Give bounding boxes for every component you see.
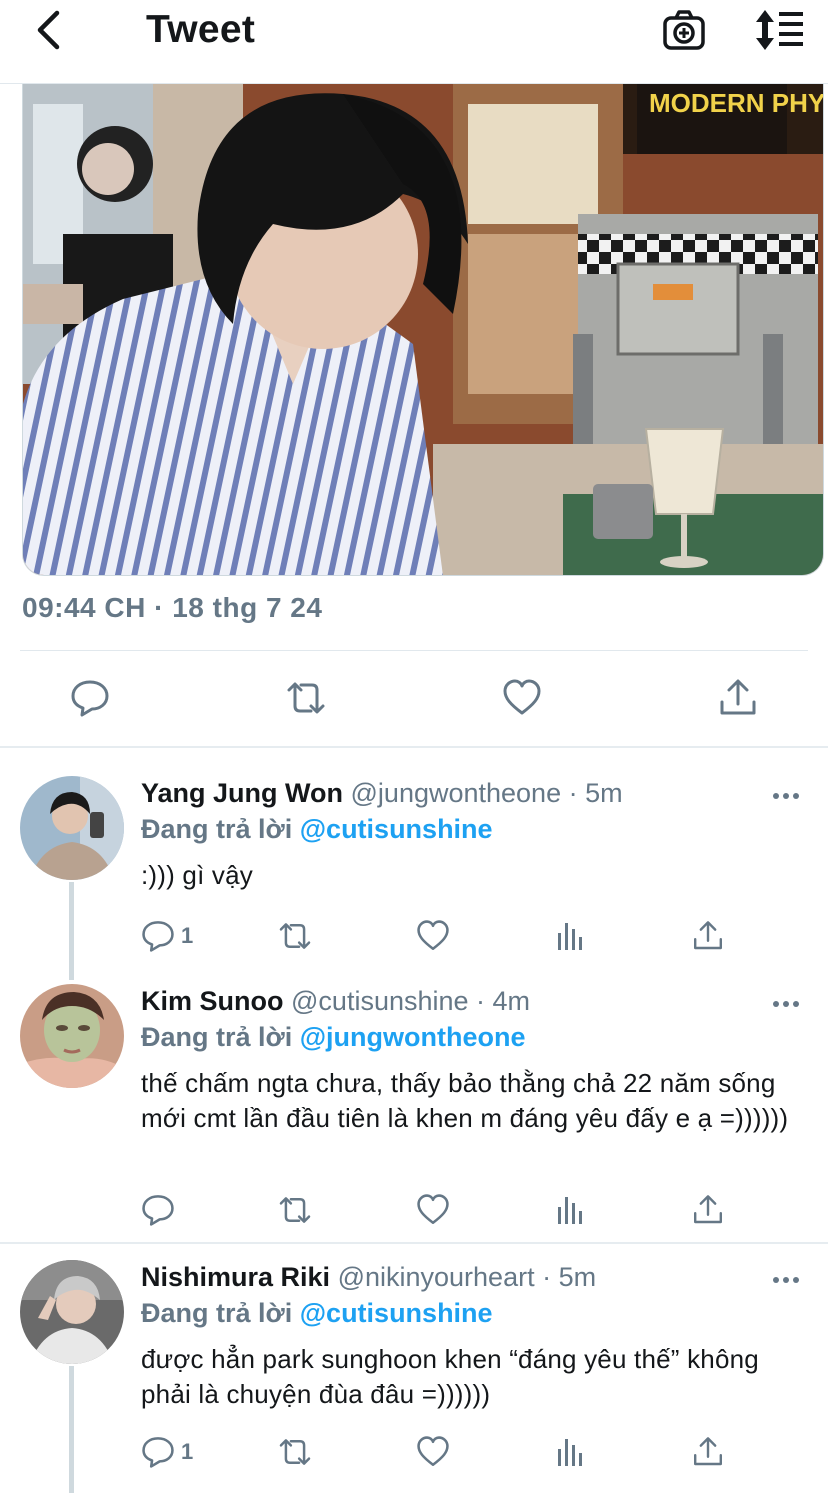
reply-icon [71, 680, 109, 717]
reply-action-bar [0, 1190, 828, 1230]
share-button[interactable] [692, 916, 724, 956]
reply-button[interactable] [141, 1190, 181, 1230]
analytics-button[interactable] [555, 916, 585, 956]
avatar[interactable] [20, 984, 124, 1088]
share-button[interactable] [714, 674, 762, 722]
reply-header: Nishimura Riki @nikinyourheart · 5m [141, 1262, 596, 1293]
reply-author-name[interactable]: Kim Sunoo [141, 986, 284, 1016]
like-button[interactable] [416, 1432, 450, 1472]
retweet-button[interactable] [276, 1432, 314, 1472]
reply-text: được hẳn park sunghoon khen “đáng yêu th… [141, 1344, 759, 1409]
avatar[interactable] [20, 1260, 124, 1364]
reply-author-name[interactable]: Nishimura Riki [141, 1262, 330, 1292]
more-options-button[interactable] [768, 1270, 804, 1290]
reply-icon [142, 1437, 174, 1468]
share-icon [694, 921, 722, 950]
chevron-left-icon [37, 10, 60, 50]
replying-prefix: Đang trả lời [141, 1022, 300, 1052]
reply-count: 1 [181, 923, 194, 948]
sort-icon [756, 10, 803, 50]
back-button[interactable] [28, 8, 68, 52]
mention-link[interactable]: @cutisunshine [300, 1298, 493, 1328]
tweet-action-bar [0, 670, 828, 730]
share-icon [694, 1437, 722, 1466]
more-options-button[interactable] [768, 994, 804, 1014]
replying-to: Đang trả lời @cutisunshine [141, 814, 493, 845]
retweet-button[interactable] [282, 674, 330, 722]
replying-prefix: Đang trả lời [141, 1298, 300, 1328]
tweet-photo[interactable]: MODERN PHYSICS [22, 84, 824, 576]
reply-button[interactable]: 1 [141, 916, 193, 956]
page-title: Tweet [146, 8, 256, 51]
reply-time: · 5m [534, 1262, 597, 1292]
heart-icon [417, 1194, 449, 1225]
mention-link[interactable]: @cutisunshine [300, 814, 493, 844]
heart-icon [417, 1436, 449, 1467]
analytics-button[interactable] [555, 1190, 585, 1230]
share-button[interactable] [692, 1190, 724, 1230]
more-options-button[interactable] [768, 786, 804, 806]
avatar[interactable] [20, 776, 124, 880]
reply-text: :))) gì vậy [141, 860, 253, 890]
retweet-icon [287, 682, 325, 714]
reply-time: · 4m [468, 986, 531, 1016]
replying-to: Đang trả lời @jungwontheone [141, 1022, 526, 1053]
retweet-icon [279, 1439, 311, 1465]
mention-link[interactable]: @jungwontheone [300, 1022, 526, 1052]
analytics-icon [558, 1439, 582, 1466]
reply-author-handle[interactable]: @jungwontheone [351, 778, 562, 808]
divider [0, 746, 828, 748]
camera-button[interactable] [662, 8, 706, 52]
reply-icon [142, 1195, 174, 1226]
more-icon [773, 793, 799, 799]
more-icon [773, 1277, 799, 1283]
like-button[interactable] [498, 674, 546, 722]
top-nav-bar: Tweet [0, 0, 828, 84]
retweet-button[interactable] [276, 916, 314, 956]
camera-icon [663, 10, 705, 50]
analytics-icon [558, 923, 582, 950]
reply-button[interactable] [66, 674, 114, 722]
divider [0, 1242, 828, 1244]
divider [20, 650, 808, 651]
sort-button[interactable] [754, 8, 806, 52]
share-icon [720, 679, 756, 715]
reply-author-handle[interactable]: @nikinyourheart [338, 1262, 535, 1292]
reply-author-name[interactable]: Yang Jung Won [141, 778, 343, 808]
reply-action-bar: 1 [0, 1432, 828, 1472]
reply-button[interactable]: 1 [141, 1432, 193, 1472]
replying-prefix: Đang trả lời [141, 814, 300, 844]
retweet-icon [279, 923, 311, 949]
reply-header: Kim Sunoo @cutisunshine · 4m [141, 986, 530, 1017]
retweet-icon [279, 1197, 311, 1223]
avatar-image [20, 776, 124, 880]
reply-author-handle[interactable]: @cutisunshine [291, 986, 469, 1016]
reply-time: · 5m [561, 778, 623, 808]
reply-header: Yang Jung Won @jungwontheone · 5m [141, 778, 623, 809]
avatar-image [20, 1260, 124, 1364]
svg-text:MODERN PHYSICS: MODERN PHYSICS [649, 88, 824, 118]
share-icon [694, 1195, 722, 1224]
reply-text: thế chấm ngta chưa, thấy bảo thằng chả 2… [141, 1068, 789, 1133]
analytics-button[interactable] [555, 1432, 585, 1472]
analytics-icon [558, 1197, 582, 1224]
tweet-timestamp: 09:44 CH · 18 thg 7 24 [22, 592, 323, 623]
thread-line [69, 1366, 74, 1493]
avatar-image [20, 984, 124, 1088]
share-button[interactable] [692, 1432, 724, 1472]
reply-icon [142, 921, 174, 952]
like-button[interactable] [416, 1190, 450, 1230]
tweet-photo-image: MODERN PHYSICS [23, 84, 824, 575]
replying-to: Đang trả lời @cutisunshine [141, 1298, 493, 1329]
reply-action-bar: 1 [0, 916, 828, 956]
heart-icon [503, 679, 541, 715]
heart-icon [417, 920, 449, 951]
reply-count: 1 [181, 1439, 194, 1464]
like-button[interactable] [416, 916, 450, 956]
retweet-button[interactable] [276, 1190, 314, 1230]
more-icon [773, 1001, 799, 1007]
